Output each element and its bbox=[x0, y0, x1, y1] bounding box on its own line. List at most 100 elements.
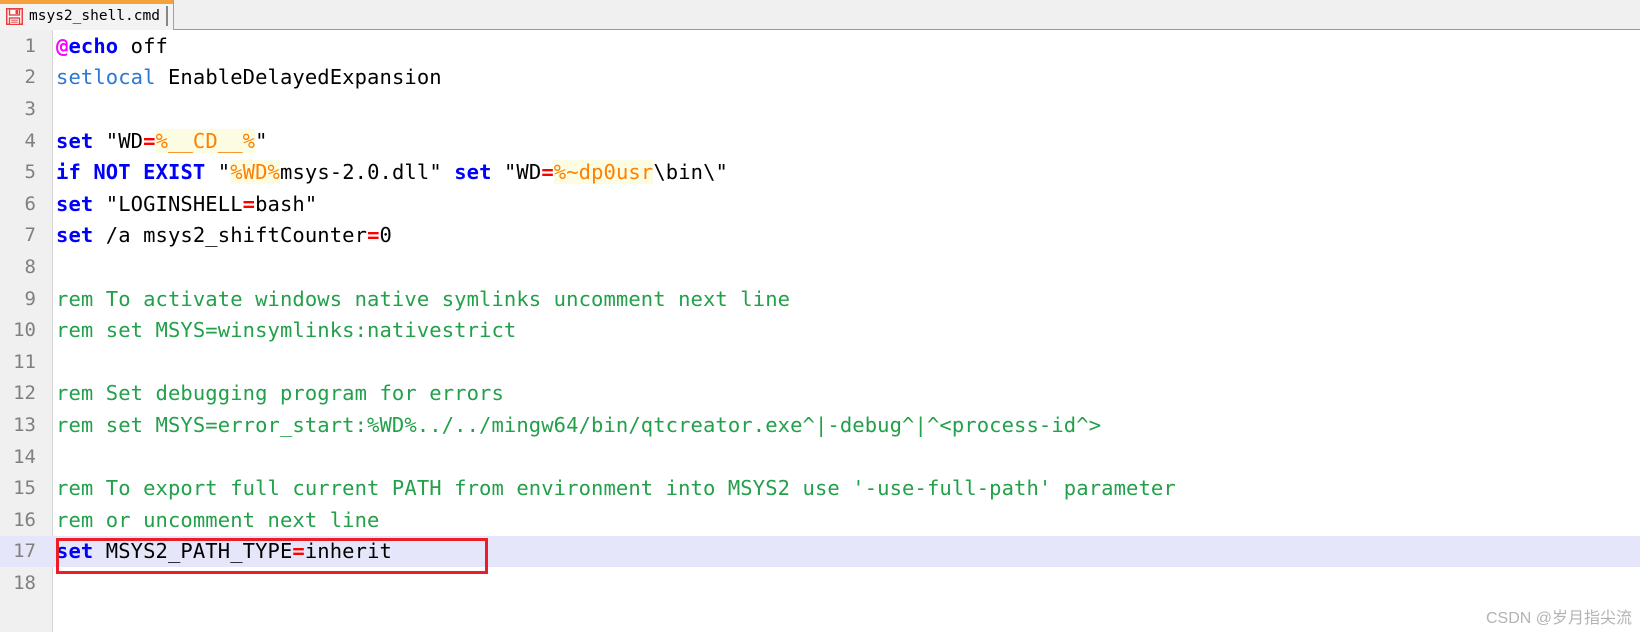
line-number: 18 bbox=[13, 571, 36, 594]
line-number: 14 bbox=[13, 445, 36, 468]
line-number: 13 bbox=[13, 413, 36, 436]
code-line[interactable]: 3 bbox=[0, 93, 1640, 125]
code-line-text: rem set MSYS=winsymlinks:nativestrict bbox=[44, 318, 516, 342]
code-token: if bbox=[56, 160, 81, 185]
code-line[interactable]: 14 bbox=[0, 441, 1640, 473]
code-editor[interactable]: 1 @echo off 2 setlocal EnableDelayedExpansi… bbox=[0, 30, 1640, 632]
code-token: inherit bbox=[304, 539, 392, 564]
line-number: 10 bbox=[13, 319, 36, 342]
editor-window: msys2_shell.cmd 1 @echo off 2 setlocal Enab… bbox=[0, 0, 1640, 632]
code-token: NOT bbox=[93, 160, 131, 185]
code-line[interactable]: 15 rem To export full current PATH from e… bbox=[0, 472, 1640, 504]
code-line[interactable]: 13 rem set MSYS=error_start:%WD%../../min… bbox=[0, 409, 1640, 441]
code-token: setlocal bbox=[56, 65, 156, 90]
code-line[interactable]: 5 if NOT EXIST "%WD%msys-2.0.dll" set "WD… bbox=[0, 156, 1640, 188]
code-line-text: if NOT EXIST "%WD%msys-2.0.dll" set "WD=… bbox=[44, 160, 728, 185]
tab-bar: msys2_shell.cmd bbox=[0, 0, 1640, 30]
line-number: 16 bbox=[13, 508, 36, 531]
line-number: 11 bbox=[13, 350, 36, 373]
code-token: = bbox=[242, 191, 256, 216]
code-token: rem To export full current PATH from env… bbox=[56, 476, 1176, 501]
code-line-text: set "LOGINSHELL=bash" bbox=[44, 192, 317, 216]
code-token: " bbox=[205, 160, 231, 185]
line-number: 2 bbox=[24, 66, 36, 89]
code-line-text: @echo off bbox=[44, 34, 168, 58]
code-token: echo bbox=[68, 33, 119, 58]
code-token: EXIST bbox=[143, 160, 206, 185]
line-number: 12 bbox=[13, 382, 36, 405]
code-line[interactable]: 9 rem To activate windows native symlinks… bbox=[0, 283, 1640, 315]
code-line[interactable]: 2 setlocal EnableDelayedExpansion bbox=[0, 62, 1640, 94]
tab-msys2-shell-cmd[interactable]: msys2_shell.cmd bbox=[0, 0, 174, 30]
code-token: set bbox=[56, 128, 94, 153]
code-token: set bbox=[454, 160, 492, 185]
code-token: " bbox=[255, 128, 268, 153]
code-line-text: rem Set debugging program for errors bbox=[44, 381, 504, 405]
line-number: 15 bbox=[13, 477, 36, 500]
code-token: 0 bbox=[379, 223, 392, 248]
code-line-text: rem set MSYS=error_start:%WD%../../mingw… bbox=[44, 413, 1101, 437]
watermark-text: CSDN @岁月指尖流 bbox=[1485, 610, 1632, 627]
code-line[interactable]: 12 rem Set debugging program for errors bbox=[0, 378, 1640, 410]
code-token: @ bbox=[56, 33, 69, 58]
code-line[interactable]: 10 rem set MSYS=winsymlinks:nativestrict bbox=[0, 314, 1640, 346]
code-line[interactable]: 1 @echo off bbox=[0, 30, 1640, 62]
line-number: 17 bbox=[13, 540, 36, 563]
code-token: %__CD__% bbox=[155, 128, 256, 153]
code-line-text: set "WD=%__CD__%" bbox=[44, 128, 268, 153]
code-line[interactable]: 17 set MSYS2_PATH_TYPE=inherit bbox=[0, 535, 1640, 568]
code-token: = bbox=[367, 223, 380, 248]
tab-label: msys2_shell.cmd bbox=[29, 8, 160, 24]
code-token: set bbox=[56, 539, 94, 564]
code-token: = bbox=[292, 539, 305, 564]
code-token: off bbox=[118, 33, 169, 58]
code-line-text: set /a msys2_shiftCounter=0 bbox=[44, 223, 392, 247]
save-floppy-icon bbox=[5, 7, 24, 26]
code-line[interactable]: 6 set "LOGINSHELL=bash" bbox=[0, 188, 1640, 220]
code-token: "WD bbox=[491, 160, 542, 185]
code-line-text: rem To activate windows native symlinks … bbox=[44, 287, 790, 311]
code-token: set bbox=[56, 223, 94, 248]
line-number: 4 bbox=[24, 129, 36, 152]
code-line-text: setlocal EnableDelayedExpansion bbox=[44, 65, 442, 89]
code-token: = bbox=[541, 160, 554, 185]
code-token: msys-2.0.dll" bbox=[280, 160, 455, 185]
code-token: bash" bbox=[255, 191, 318, 216]
code-token: "LOGINSHELL bbox=[93, 191, 243, 216]
code-line[interactable]: 7 set /a msys2_shiftCounter=0 bbox=[0, 220, 1640, 252]
code-token: rem set MSYS=winsymlinks:nativestrict bbox=[56, 318, 517, 343]
code-token: rem or uncomment next line bbox=[56, 507, 380, 532]
code-token: EnableDelayedExpansion bbox=[155, 65, 442, 90]
code-line[interactable]: 8 bbox=[0, 251, 1640, 283]
code-token: MSYS2_PATH_TYPE bbox=[93, 539, 293, 564]
line-number: 6 bbox=[24, 192, 36, 215]
code-token: %~dp0usr bbox=[553, 160, 654, 185]
line-number: 7 bbox=[24, 224, 36, 247]
code-token: = bbox=[143, 128, 156, 153]
code-token: rem set MSYS=error_start:%WD%../../mingw… bbox=[56, 412, 1102, 437]
line-number: 8 bbox=[24, 255, 36, 278]
code-token: rem To activate windows native symlinks … bbox=[56, 286, 791, 311]
code-token: set bbox=[56, 191, 94, 216]
code-line-text: rem To export full current PATH from env… bbox=[44, 476, 1176, 500]
code-token: \bin\" bbox=[653, 160, 728, 185]
line-number: 1 bbox=[24, 34, 36, 57]
tab-active-indicator bbox=[0, 0, 173, 4]
code-area[interactable]: 1 @echo off 2 setlocal EnableDelayedExpansi… bbox=[0, 30, 1640, 632]
code-token: "WD bbox=[93, 128, 144, 153]
tab-close-divider bbox=[165, 6, 168, 26]
code-line[interactable]: 16 rem or uncomment next line bbox=[0, 504, 1640, 536]
line-number: 3 bbox=[24, 97, 36, 120]
line-number: 5 bbox=[24, 161, 36, 184]
code-token: %WD% bbox=[230, 160, 281, 185]
code-line-text: rem or uncomment next line bbox=[44, 508, 380, 532]
code-token: rem Set debugging program for errors bbox=[56, 381, 504, 406]
code-token: /a msys2_shiftCounter bbox=[93, 223, 368, 248]
code-line[interactable]: 18 bbox=[0, 567, 1640, 599]
code-line[interactable]: 4 set "WD=%__CD__%" bbox=[0, 125, 1640, 157]
code-line-text: set MSYS2_PATH_TYPE=inherit bbox=[44, 539, 392, 563]
line-number: 9 bbox=[24, 287, 36, 310]
code-line[interactable]: 11 bbox=[0, 346, 1640, 378]
